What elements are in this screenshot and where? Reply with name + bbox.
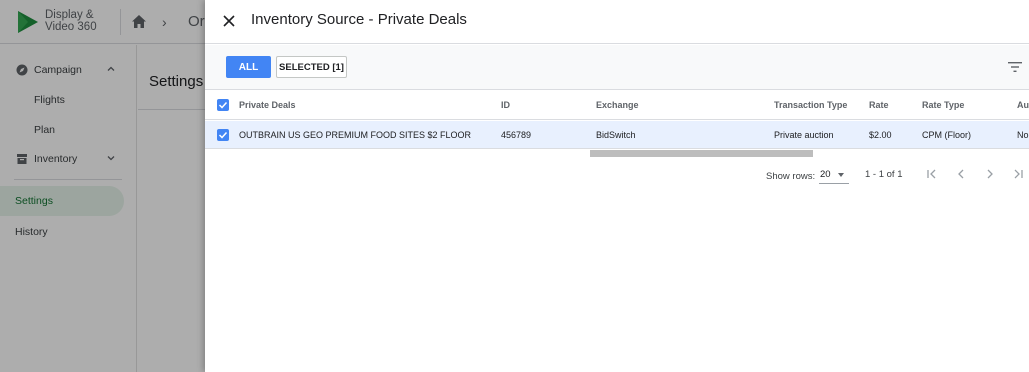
rows-per-page-select[interactable]: 20 — [819, 167, 849, 184]
horizontal-scrollbar[interactable] — [590, 150, 813, 157]
cell-rate: $2.00 — [869, 130, 892, 140]
cell-transaction-type: Private auction — [774, 130, 834, 140]
inventory-source-panel: Inventory Source - Private Deals ALL SEL… — [205, 0, 1029, 372]
prev-page-icon[interactable] — [954, 167, 968, 181]
table-row[interactable]: OUTBRAIN US GEO PREMIUM FOOD SITES $2 FL… — [205, 121, 1029, 149]
column-header-rate-type[interactable]: Rate Type — [922, 100, 964, 110]
filter-selected-button[interactable]: SELECTED [1] — [276, 56, 347, 78]
column-header-exchange[interactable]: Exchange — [596, 100, 639, 110]
next-page-icon[interactable] — [983, 167, 997, 181]
filter-bar: ALL SELECTED [1] — [205, 45, 1029, 90]
column-header-id[interactable]: ID — [501, 100, 510, 110]
panel-title: Inventory Source - Private Deals — [251, 11, 467, 28]
column-header-private-deals[interactable]: Private Deals — [239, 100, 296, 110]
cell-exchange: BidSwitch — [596, 130, 636, 140]
select-all-checkbox[interactable] — [217, 99, 229, 111]
check-icon — [218, 101, 228, 109]
show-rows-label: Show rows: — [766, 171, 816, 182]
rows-per-page-value: 20 — [820, 169, 831, 180]
column-header-truncated[interactable]: Au — [1017, 100, 1029, 110]
filter-all-button[interactable]: ALL — [226, 56, 271, 78]
close-icon[interactable] — [221, 13, 237, 29]
page-range: 1 - 1 of 1 — [865, 169, 903, 180]
column-header-rate[interactable]: Rate — [869, 100, 889, 110]
filter-icon[interactable] — [1008, 61, 1022, 73]
table-header: Private Deals ID Exchange Transaction Ty… — [205, 91, 1029, 120]
row-checkbox[interactable] — [217, 129, 229, 141]
last-page-icon[interactable] — [1011, 167, 1025, 181]
cell-truncated: No — [1017, 130, 1029, 140]
dropdown-caret-icon — [838, 173, 844, 177]
cell-deal-name: OUTBRAIN US GEO PREMIUM FOOD SITES $2 FL… — [239, 130, 472, 140]
cell-rate-type: CPM (Floor) — [922, 130, 971, 140]
check-icon — [218, 131, 228, 139]
cell-id: 456789 — [501, 130, 532, 140]
column-header-transaction-type[interactable]: Transaction Type — [774, 100, 847, 110]
panel-header: Inventory Source - Private Deals — [205, 0, 1029, 44]
pagination: Show rows: 20 1 - 1 of 1 — [205, 160, 1029, 190]
first-page-icon[interactable] — [925, 167, 939, 181]
